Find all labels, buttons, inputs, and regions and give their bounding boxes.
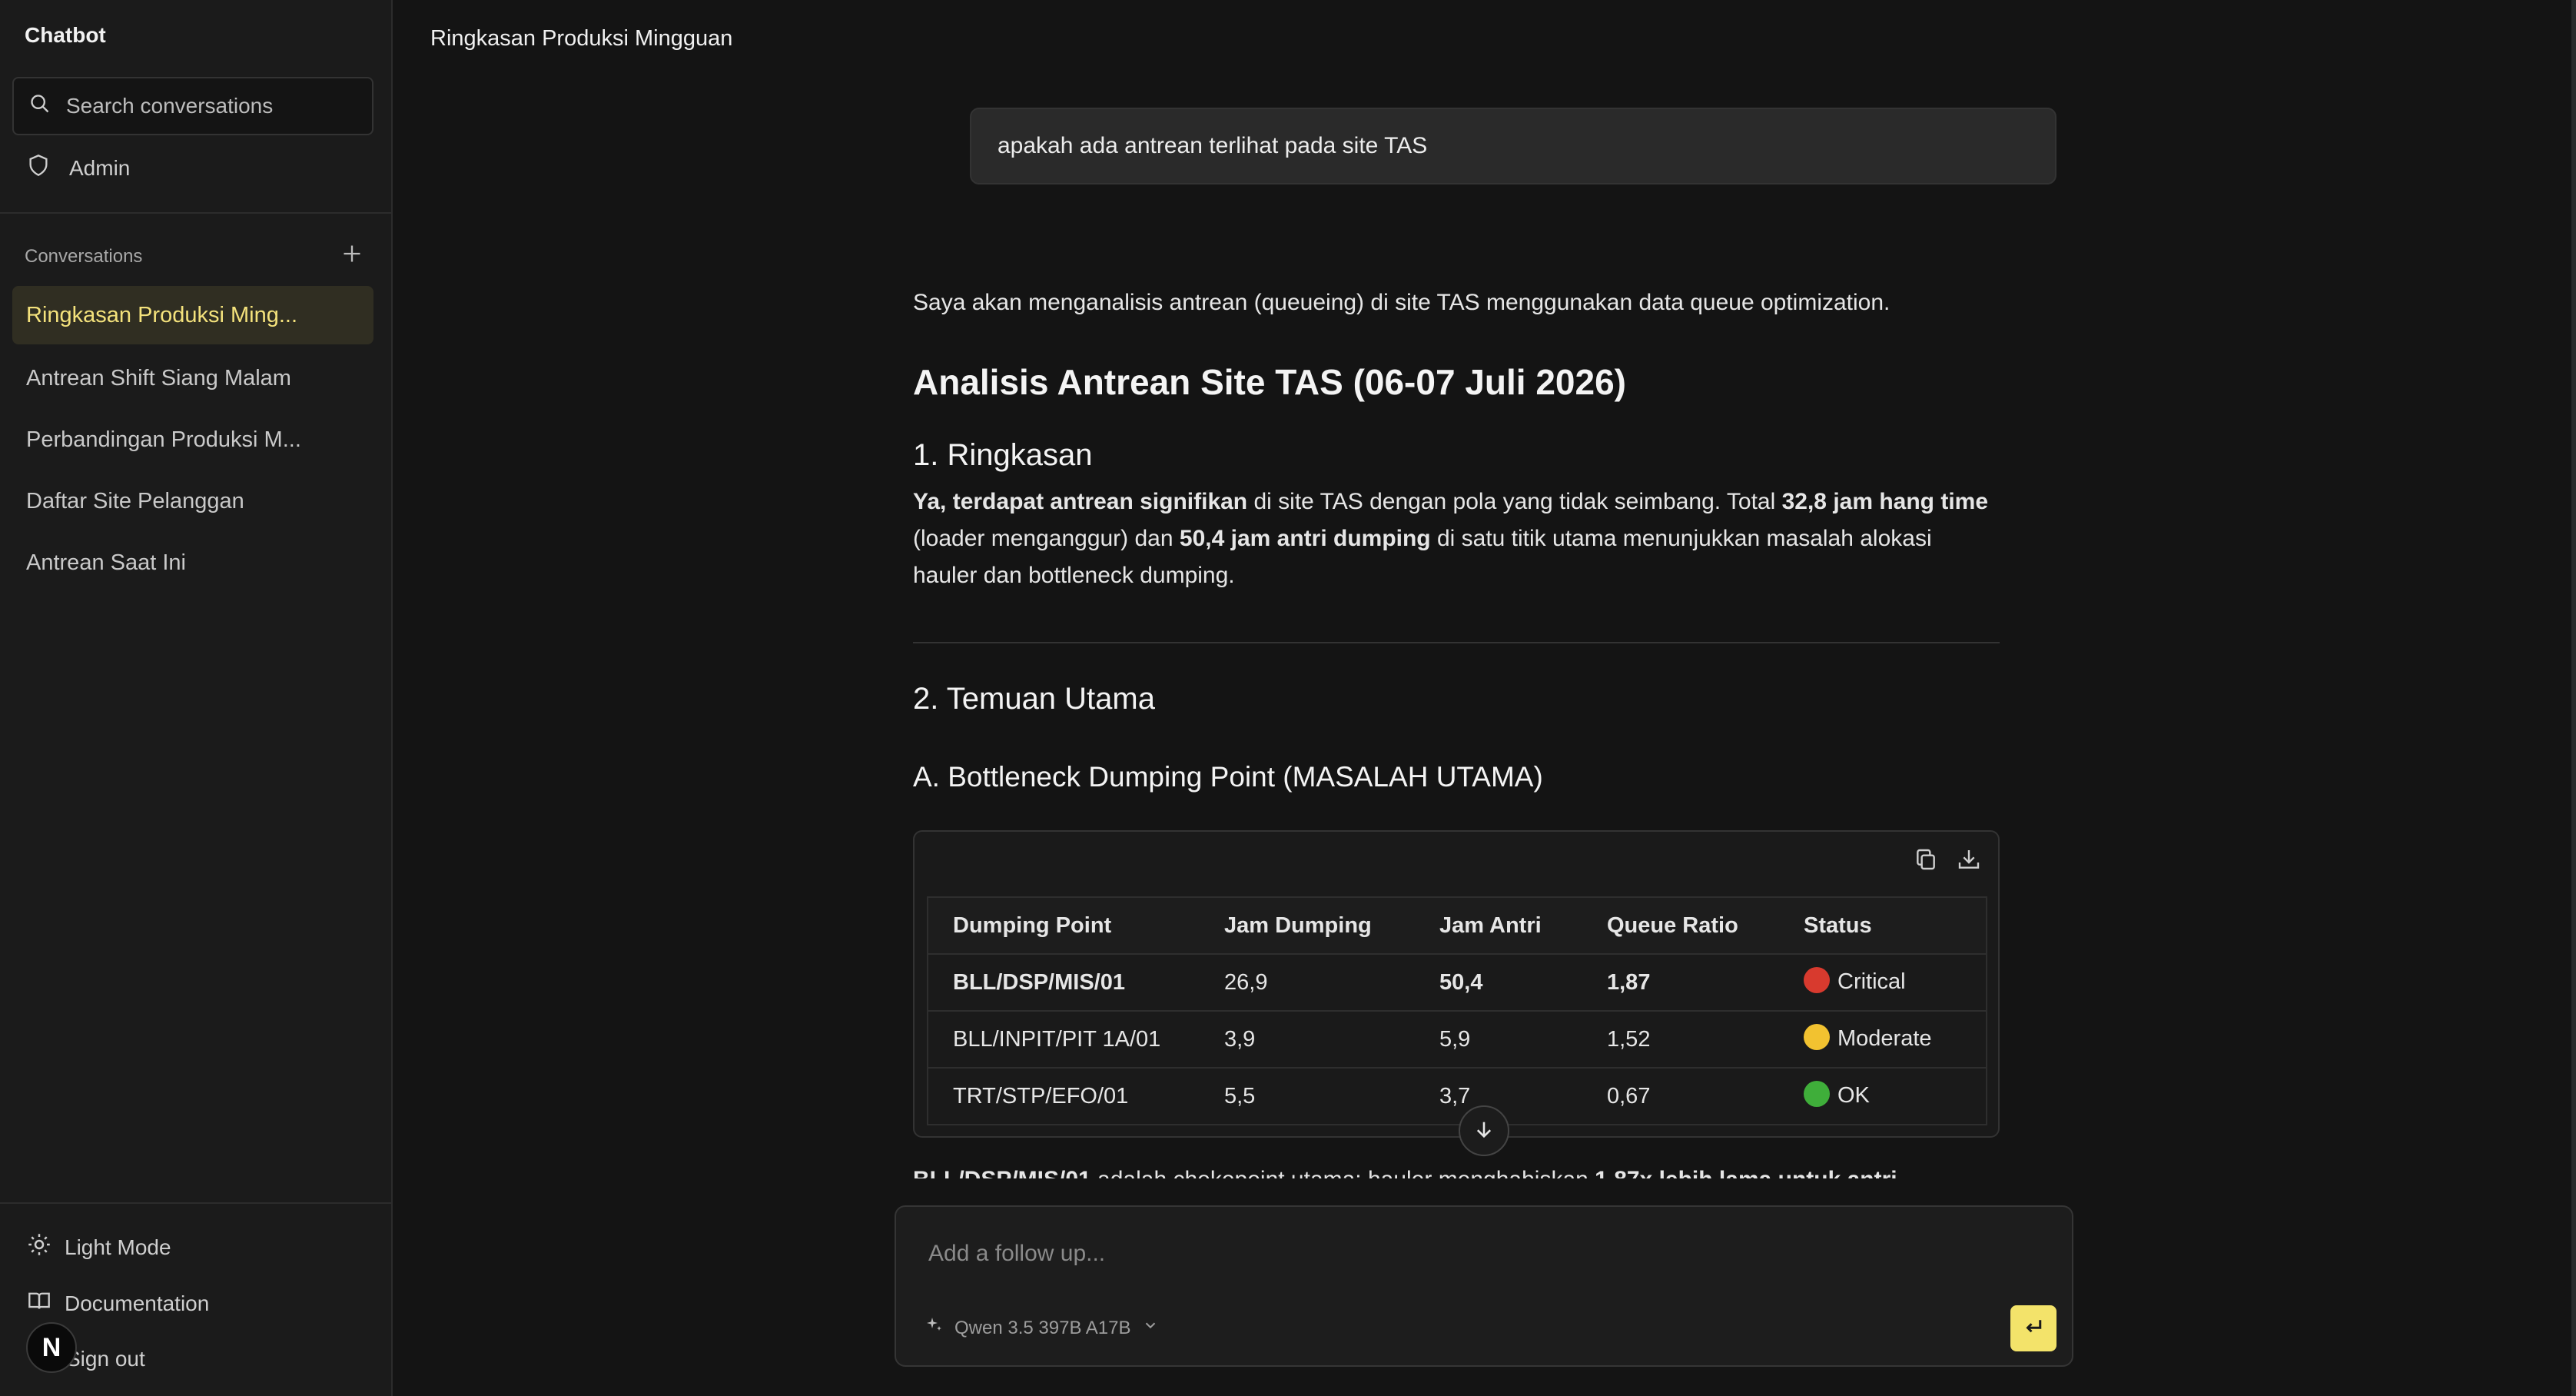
app-brand: Chatbot (25, 23, 106, 47)
sign-out-label: Sign out (66, 1347, 145, 1371)
user-avatar[interactable]: N (26, 1322, 77, 1373)
dumping-point-table: Dumping Point Jam Dumping Jam Antri Queu… (927, 896, 1987, 1125)
copy-icon[interactable] (1914, 847, 1938, 876)
cell-jam-dumping: 26,9 (1200, 953, 1415, 1011)
column-header: Status (1779, 897, 1987, 954)
status-label: OK (1837, 1082, 1870, 1108)
conversation-item-daftar-site[interactable]: Daftar Site Pelanggan (12, 472, 373, 530)
cell-jam-antri: 50,4 (1415, 953, 1582, 1011)
sign-out-link[interactable]: Sign out (66, 1347, 145, 1371)
cell-queue-ratio: 1,52 (1582, 1010, 1779, 1068)
conversation-label: Antrean Saat Ini (26, 550, 186, 575)
page-title: Ringkasan Produksi Mingguan (430, 26, 733, 51)
model-selector[interactable]: Qwen 3.5 397B A17B (925, 1316, 1159, 1340)
arrow-down-icon (1473, 1118, 1495, 1144)
cell-jam-dumping: 5,5 (1200, 1067, 1415, 1125)
cell-status: OK (1779, 1067, 1987, 1125)
answer-intro: Saya akan menganalisis antrean (queueing… (913, 290, 1891, 315)
summary-text-1: di site TAS dengan pola yang tidak seimb… (1247, 489, 1782, 514)
message-composer: Qwen 3.5 397B A17B (895, 1205, 2073, 1367)
summary-bold-3: 50,4 jam antri dumping (1179, 526, 1431, 551)
documentation-label: Documentation (65, 1291, 210, 1315)
book-icon (28, 1290, 51, 1317)
section-temuan-heading: 2. Temuan Utama (913, 682, 1155, 716)
admin-label: Admin (69, 155, 131, 180)
light-mode-toggle[interactable]: Light Mode (28, 1233, 171, 1261)
conversation-item-antrean-shift[interactable]: Antrean Shift Siang Malam (12, 349, 373, 407)
column-header: Queue Ratio (1582, 897, 1779, 954)
documentation-link[interactable]: Documentation (28, 1290, 209, 1317)
table-card: Dumping Point Jam Dumping Jam Antri Queu… (913, 830, 2000, 1138)
status-label: Moderate (1837, 1025, 1932, 1051)
page-scrollbar[interactable] (2571, 0, 2576, 1396)
column-header: Jam Antri (1415, 897, 1582, 954)
table-row: TRT/STP/EFO/01 5,5 3,7 0,67 OK (928, 1067, 1987, 1125)
send-button[interactable] (2010, 1305, 2056, 1351)
truncated-paragraph: BLL/DSP/MIS/01 adalah chokepoint utama: … (913, 1167, 1897, 1178)
cell-jam-antri: 5,9 (1415, 1010, 1582, 1068)
summary-bold-2: 32,8 jam hang time (1781, 489, 1989, 514)
green-circle-icon (1804, 1081, 1830, 1108)
conversation-label: Daftar Site Pelanggan (26, 488, 244, 514)
summary-text-2: (loader menganggur) dan (913, 526, 1180, 551)
cell-dumping-point: TRT/STP/EFO/01 (928, 1067, 1200, 1125)
app-window: Chatbot Search conversations Admin Conve… (0, 0, 2576, 1396)
cutoff-bold: BLL/DSP/MIS/01 (913, 1167, 1091, 1178)
summary-paragraph: Ya, terdapat antrean signifikan di site … (913, 484, 2000, 594)
shield-icon (28, 154, 49, 182)
cell-dumping-point: BLL/DSP/MIS/01 (928, 953, 1200, 1011)
sun-icon (28, 1233, 51, 1261)
table-row: BLL/INPIT/PIT 1A/01 3,9 5,9 1,52 Moderat… (928, 1010, 1987, 1068)
cell-status: Moderate (1779, 1010, 1987, 1068)
cutoff-text: adalah chokepoint utama: hauler menghabi… (1091, 1167, 1595, 1178)
column-header: Jam Dumping (1200, 897, 1415, 954)
section-divider (913, 642, 2000, 643)
red-circle-icon (1804, 967, 1830, 994)
answer-title: Analisis Antrean Site TAS (06-07 Juli 20… (913, 362, 1626, 402)
search-icon (29, 93, 51, 120)
conversation-label: Perbandingan Produksi M... (26, 427, 301, 452)
chevron-down-icon (1142, 1317, 1159, 1339)
section-ringkasan-heading: 1. Ringkasan (913, 438, 1093, 472)
column-header: Dumping Point (928, 897, 1200, 954)
cell-queue-ratio: 1,87 (1582, 953, 1779, 1011)
subsection-bottleneck-heading: A. Bottleneck Dumping Point (MASALAH UTA… (913, 761, 1543, 793)
conversation-item-ringkasan[interactable]: Ringkasan Produksi Ming... (12, 286, 373, 344)
sparkle-icon (925, 1316, 944, 1340)
model-label: Qwen 3.5 397B A17B (954, 1317, 1131, 1338)
download-icon[interactable] (1957, 847, 1981, 876)
enter-arrow-icon (2022, 1315, 2045, 1342)
new-conversation-plus-icon[interactable] (341, 243, 363, 270)
cell-queue-ratio: 0,67 (1582, 1067, 1779, 1125)
scroll-to-bottom-button[interactable] (1459, 1105, 1509, 1156)
status-label: Critical (1837, 969, 1906, 994)
cell-dumping-point: BLL/INPIT/PIT 1A/01 (928, 1010, 1200, 1068)
admin-link[interactable]: Admin (28, 154, 130, 182)
sidebar-footer-divider (0, 1202, 391, 1204)
cell-status: Critical (1779, 953, 1987, 1011)
conversations-heading: Conversations (25, 245, 143, 267)
conversation-label: Ringkasan Produksi Ming... (26, 302, 297, 327)
conversation-item-antrean-saat-ini[interactable]: Antrean Saat Ini (12, 533, 373, 592)
search-box[interactable]: Search conversations (12, 77, 373, 135)
search-input[interactable]: Search conversations (66, 94, 273, 118)
cell-jam-dumping: 3,9 (1200, 1010, 1415, 1068)
yellow-circle-icon (1804, 1024, 1830, 1051)
user-message-text: apakah ada antrean terlihat pada site TA… (998, 133, 1428, 158)
conversation-item-perbandingan[interactable]: Perbandingan Produksi M... (12, 410, 373, 469)
follow-up-input[interactable] (928, 1235, 2004, 1273)
light-mode-label: Light Mode (65, 1235, 171, 1259)
assistant-answer: Saya akan menganalisis antrean (queueing… (913, 284, 2000, 1178)
conversation-label: Antrean Shift Siang Malam (26, 365, 291, 391)
sidebar-divider (0, 212, 391, 214)
table-row: BLL/DSP/MIS/01 26,9 50,4 1,87 Critical (928, 953, 1987, 1011)
sidebar: Chatbot Search conversations Admin Conve… (0, 0, 393, 1396)
conversations-header: Conversations (25, 243, 363, 270)
user-message: apakah ada antrean terlihat pada site TA… (970, 108, 2056, 184)
summary-bold-1: Ya, terdapat antrean signifikan (913, 489, 1248, 514)
cutoff-bold-2: 1,87x lebih lama untuk antri (1595, 1167, 1897, 1178)
table-actions (1914, 847, 1981, 876)
table-header-row: Dumping Point Jam Dumping Jam Antri Queu… (928, 897, 1987, 954)
